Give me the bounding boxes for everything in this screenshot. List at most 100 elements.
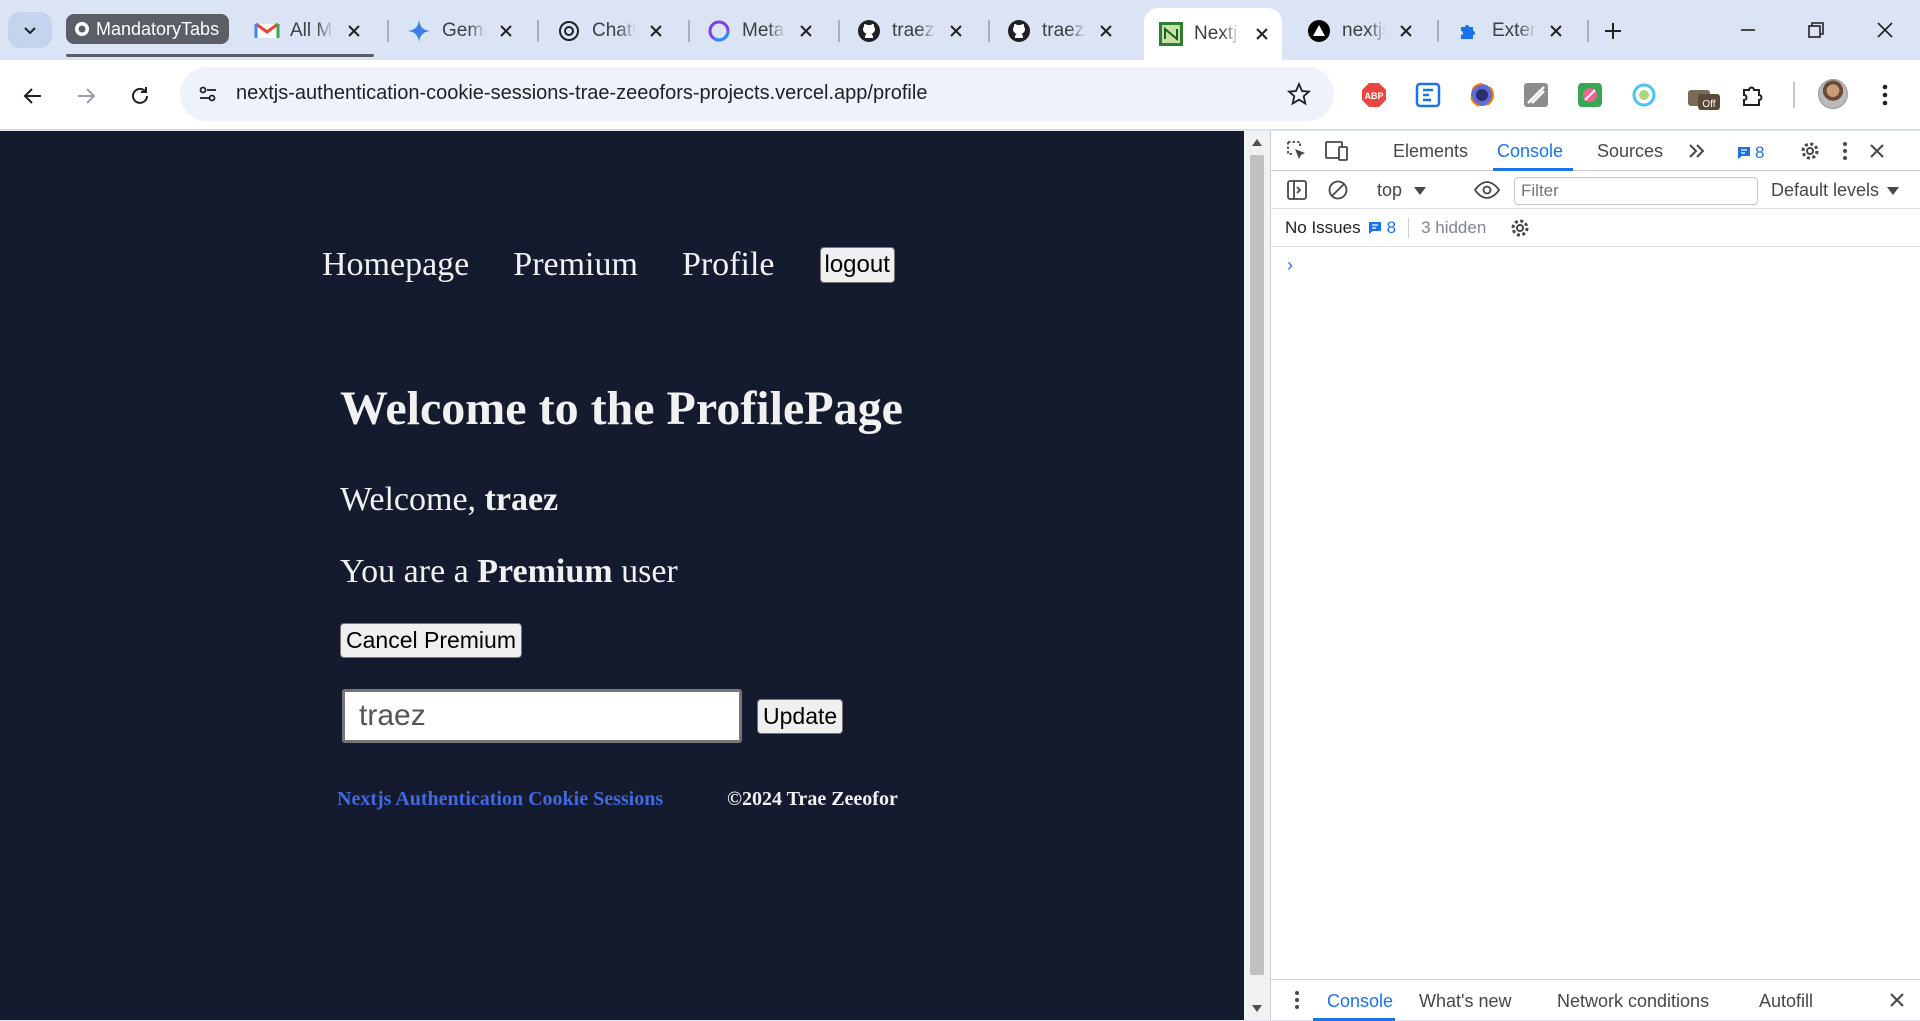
extension-4-icon[interactable]	[1521, 80, 1551, 110]
nav-link-homepage[interactable]: Homepage	[322, 246, 469, 284]
close-icon[interactable]	[1250, 22, 1274, 46]
nav-link-profile[interactable]: Profile	[682, 246, 775, 284]
close-icon[interactable]	[342, 19, 366, 43]
tab-separator	[838, 20, 840, 42]
extensions-menu-button[interactable]	[1738, 80, 1768, 110]
tab-title: nextjs	[1342, 20, 1386, 41]
drawer-tab-network-conditions[interactable]: Network conditions	[1557, 991, 1709, 1012]
username-input[interactable]	[342, 689, 742, 743]
more-vertical-icon[interactable]	[1831, 137, 1859, 165]
extension-2-icon[interactable]	[1413, 80, 1443, 110]
close-icon[interactable]	[644, 19, 668, 43]
close-icon[interactable]	[794, 19, 818, 43]
page-title: Welcome to the ProfilePage	[340, 382, 903, 435]
device-toolbar-icon[interactable]	[1323, 137, 1351, 165]
address-bar[interactable]: nextjs-authentication-cookie-sessions-tr…	[180, 67, 1334, 121]
update-button[interactable]: Update	[757, 699, 844, 734]
console-prompt-chevron[interactable]: ›	[1287, 255, 1293, 276]
site-info-icon[interactable]	[194, 80, 222, 108]
url-text[interactable]: nextjs-authentication-cookie-sessions-tr…	[236, 82, 927, 105]
scrollbar-thumb[interactable]	[1250, 155, 1264, 975]
eye-icon[interactable]	[1473, 176, 1501, 204]
close-drawer-icon[interactable]	[1883, 986, 1911, 1014]
vercel-icon	[1306, 18, 1332, 44]
messages-counter[interactable]: 8	[1736, 143, 1764, 163]
close-icon[interactable]	[944, 19, 968, 43]
tab-title: Nextjs	[1194, 23, 1240, 44]
tab-github-traez[interactable]: traez	[842, 10, 976, 52]
context-selector[interactable]: top	[1377, 180, 1427, 201]
drawer-tab-autofill[interactable]: Autofill	[1759, 991, 1813, 1012]
tab-title: traez/	[1042, 20, 1086, 41]
tab-vercel-nextjs[interactable]: nextjs	[1292, 10, 1426, 52]
close-window-button[interactable]	[1858, 10, 1912, 50]
nextjs-site-icon	[1158, 21, 1184, 47]
back-button[interactable]	[14, 77, 52, 115]
browser-menu-button[interactable]	[1870, 80, 1900, 110]
tab-separator	[387, 20, 389, 42]
tab-title: All Mail	[290, 20, 334, 41]
abp-icon[interactable]: ABP	[1359, 80, 1389, 110]
minimize-button[interactable]	[1721, 10, 1775, 50]
close-devtools-icon[interactable]	[1863, 137, 1891, 165]
extension-5-icon[interactable]	[1575, 80, 1605, 110]
reload-button[interactable]	[121, 77, 159, 115]
tab-separator	[537, 20, 539, 42]
tab-nextjs-active[interactable]: Nextjs	[1144, 8, 1282, 60]
close-icon[interactable]	[1394, 19, 1418, 43]
close-icon[interactable]	[1094, 19, 1118, 43]
new-tab-button[interactable]	[1596, 14, 1630, 48]
tab-gemini[interactable]: Gemini	[392, 10, 526, 52]
tab-search-button[interactable]	[8, 12, 52, 48]
tab-all-mail[interactable]: All Mail	[240, 10, 374, 52]
close-icon	[1877, 22, 1893, 38]
tab-extensions[interactable]: Extensions	[1442, 10, 1576, 52]
close-icon[interactable]	[1544, 19, 1568, 43]
tab-title: Extensions	[1492, 20, 1536, 41]
scroll-down-arrow[interactable]	[1252, 1005, 1262, 1012]
issues-counter[interactable]: 8	[1367, 218, 1396, 238]
tab-chatgpt[interactable]: ChatGPT	[542, 10, 676, 52]
github-icon	[856, 18, 882, 44]
more-tabs-icon[interactable]	[1683, 137, 1711, 165]
devtools-tab-elements[interactable]: Elements	[1393, 141, 1468, 162]
close-icon[interactable]	[494, 19, 518, 43]
tab-meta-ai[interactable]: Meta AI	[692, 10, 826, 52]
logout-button[interactable]: logout	[819, 247, 895, 283]
page-scrollbar[interactable]	[1244, 131, 1270, 1020]
gmail-icon	[254, 18, 280, 44]
bookmark-star-icon[interactable]	[1284, 79, 1314, 109]
cancel-premium-button[interactable]: Cancel Premium	[340, 623, 522, 658]
sidebar-toggle-icon[interactable]	[1283, 176, 1311, 204]
drawer-tab-console[interactable]: Console	[1327, 991, 1393, 1012]
github-icon	[75, 22, 89, 36]
extension-6-icon[interactable]	[1629, 80, 1659, 110]
settings-gear-icon[interactable]	[1796, 137, 1824, 165]
github-icon	[1006, 18, 1032, 44]
clear-console-icon[interactable]	[1324, 176, 1352, 204]
drawer-tab-whats-new[interactable]: What's new	[1419, 991, 1511, 1012]
inspect-element-icon[interactable]	[1283, 137, 1311, 165]
plus-icon	[1605, 23, 1621, 39]
scroll-up-arrow[interactable]	[1252, 139, 1262, 146]
console-settings-gear-icon[interactable]	[1506, 214, 1534, 242]
footer-link[interactable]: Nextjs Authentication Cookie Sessions	[337, 788, 663, 811]
log-levels-dropdown[interactable]: Default levels	[1771, 180, 1900, 201]
premium-suffix: user	[612, 553, 678, 590]
footer-copyright: ©2024 Trae Zeeofor	[727, 788, 898, 810]
extension-3-icon[interactable]	[1467, 80, 1497, 110]
profile-avatar[interactable]	[1818, 79, 1848, 109]
tab-github-traez-repo[interactable]: traez/	[992, 10, 1126, 52]
extension-off-icon[interactable]: Off	[1686, 82, 1722, 112]
restore-button[interactable]	[1789, 10, 1843, 50]
nav-link-premium[interactable]: Premium	[513, 246, 638, 284]
devtools-tab-console[interactable]: Console	[1497, 141, 1563, 162]
forward-button[interactable]	[67, 77, 105, 115]
gemini-icon	[406, 18, 432, 44]
devtools-tab-sources[interactable]: Sources	[1597, 141, 1663, 162]
tab-group-chip[interactable]: MandatoryTabs	[66, 14, 230, 44]
more-vertical-icon	[1882, 84, 1888, 106]
console-filter-input[interactable]	[1514, 177, 1758, 205]
drawer-menu-icon[interactable]	[1283, 986, 1311, 1014]
tab-title: Meta AI	[742, 20, 786, 41]
